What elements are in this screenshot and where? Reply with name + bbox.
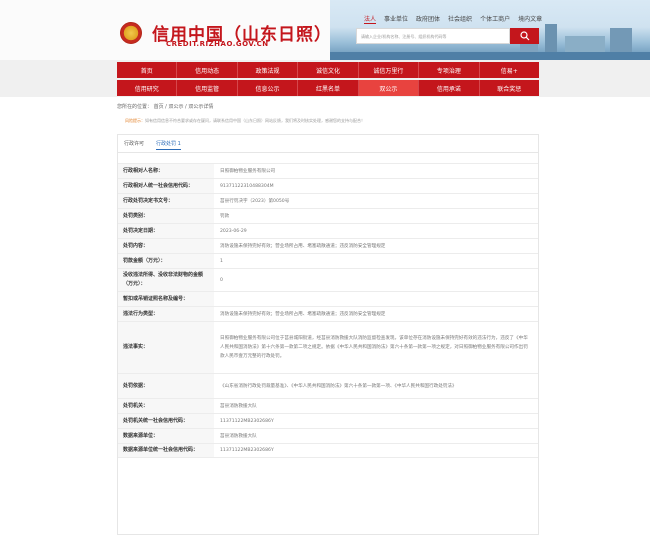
nav-item-home[interactable]: 首页 (117, 62, 178, 78)
nav-item-double-publicity[interactable]: 双公示 (358, 80, 420, 96)
link-public-institution[interactable]: 事业单位 (384, 14, 408, 24)
field-label: 没收违法所得、没收非法财物的金额（万元）： (118, 269, 214, 291)
field-value: 莒县行罚决字（2023）第0050号 (220, 198, 290, 204)
tab-administrative-license[interactable]: 行政许可 (124, 140, 144, 147)
field-value: 日照御柏物业服务有限公司 (220, 168, 276, 174)
table-row: 违法事实： 日照御柏物业服务有限公司位于莒县城阳街道，经莒县消防救援大队消防监督… (118, 321, 538, 373)
nav-row-1: 首页 信用动态 政策法规 诚信文化 诚信万里行 专项治理 信易+ (117, 62, 539, 78)
field-label: 处罚依据： (118, 374, 214, 398)
field-label: 数据来源单位： (118, 429, 214, 443)
nav-item-special-governance[interactable]: 专项治理 (419, 62, 480, 78)
field-value: 《山东省消防行政处罚裁量基准》、《中华人民共和国消防法》第六十条第一款第一项、《… (220, 383, 457, 389)
table-row: 行政相对人统一社会信用代码： 91371122310488304M (118, 178, 538, 193)
nav-item-info-publicity[interactable]: 信息公示 (238, 80, 299, 96)
main-navigation: 首页 信用动态 政策法规 诚信文化 诚信万里行 专项治理 信易+ 信用研究 信用… (0, 60, 650, 97)
nav-item-credit-research[interactable]: 信用研究 (117, 80, 178, 96)
table-row: 处罚依据： 《山东省消防行政处罚裁量基准》、《中华人民共和国消防法》第六十条第一… (118, 373, 538, 398)
field-label: 暂扣或吊销证照名称及编号： (118, 292, 214, 306)
table-row: 没收违法所得、没收非法财物的金额（万元）： 0 (118, 268, 538, 291)
table-row: 处罚类别： 罚款 (118, 208, 538, 223)
nav-item-joint-reward-punishment[interactable]: 联合奖惩 (480, 80, 539, 96)
field-label: 处罚决定日期： (118, 224, 214, 238)
table-row: 数据来源单位： 莒县消防救援大队 (118, 428, 538, 443)
field-value: 消防设施未保持完好有效；营业场所占用、堵塞疏散通道；违反消防安全管理规定 (220, 243, 386, 249)
link-social-organization[interactable]: 社会组织 (448, 14, 472, 24)
detail-panel: 行政许可 行政处罚 1 行政相对人名称： 日照御柏物业服务有限公司 行政相对人统… (117, 134, 539, 535)
field-value: 日照御柏物业服务有限公司位于莒县城阳街道，经莒县消防救援大队消防监督检查发现，该… (220, 336, 528, 359)
field-label: 罚款金额（万元）： (118, 254, 214, 268)
table-row: 处罚决定日期： 2023-06-29 (118, 223, 538, 238)
field-label: 行政相对人统一社会信用代码： (118, 179, 214, 193)
field-label: 行政相对人名称： (118, 164, 214, 178)
field-value: 91371122310488304M (220, 183, 274, 189)
field-label: 处罚内容： (118, 239, 214, 253)
table-row: 处罚内容： 消防设施未保持完好有效；营业场所占用、堵塞疏散通道；违反消防安全管理… (118, 238, 538, 253)
field-label: 违法行为类型： (118, 307, 214, 321)
table-row: 暂扣或吊销证照名称及编号： (118, 291, 538, 306)
search-input[interactable]: 请输入企业/机构名称、注册号、组织机构代码等 (356, 28, 510, 44)
breadcrumb: 您所在的位置： 首页 / 双公示 / 双公示详情 (117, 104, 214, 110)
link-domestic-article[interactable]: 境内文章 (518, 14, 542, 24)
field-label: 处罚类别： (118, 209, 214, 223)
link-individual-business[interactable]: 个体工商户 (480, 14, 510, 24)
field-value: 11371122MB2302686Y (220, 418, 274, 424)
field-label: 处罚机关： (118, 399, 214, 413)
detail-tabs: 行政许可 行政处罚 1 (118, 135, 538, 153)
table-row: 数据来源单位统一社会信用代码： 11371122MB2302686Y (118, 443, 538, 458)
table-row: 处罚机关统一社会信用代码： 11371122MB2302686Y (118, 413, 538, 428)
nav-item-integrity-tour[interactable]: 诚信万里行 (359, 62, 420, 78)
field-value: 2023-06-29 (220, 228, 247, 234)
table-row: 行政相对人名称： 日照御柏物业服务有限公司 (118, 163, 538, 178)
field-label: 数据来源单位统一社会信用代码： (118, 444, 214, 457)
nav-row-2: 信用研究 信用监管 信息公示 红黑名单 双公示 信用承诺 联合奖惩 (117, 80, 539, 96)
nav-item-red-black-list[interactable]: 红黑名单 (298, 80, 359, 96)
notice-label: 风险提示： (125, 118, 145, 123)
table-row: 行政处罚决定书文号： 莒县行罚决字（2023）第0050号 (118, 193, 538, 208)
notice-text: 如有信用信息不符合要求或存在疑问，请联系信用中国（山东日照）网站反馈，我们将及时… (145, 118, 365, 123)
field-value: 0 (220, 277, 223, 283)
search-button[interactable] (510, 28, 539, 44)
field-value: 莒县消防救援大队 (220, 403, 257, 409)
nav-item-integrity-culture[interactable]: 诚信文化 (298, 62, 359, 78)
search-icon (519, 31, 529, 41)
field-value: 罚款 (220, 213, 230, 219)
field-value: 11371122MB2302686Y (220, 448, 274, 453)
field-label: 违法事实： (118, 322, 214, 373)
nav-item-credit-plus[interactable]: 信易+ (480, 62, 539, 78)
link-legal-person[interactable]: 法人 (364, 14, 377, 24)
nav-item-policies[interactable]: 政策法规 (238, 62, 299, 78)
site-url: CREDIT.RIZHAO.GOV.CN (166, 40, 269, 48)
subject-type-links: 法人 事业单位 政府团体 社会组织 个体工商户 境内文章 (364, 14, 542, 24)
table-row: 处罚机关： 莒县消防救援大队 (118, 398, 538, 413)
field-value (214, 292, 538, 306)
penalty-detail-table: 行政相对人名称： 日照御柏物业服务有限公司 行政相对人统一社会信用代码： 913… (118, 163, 538, 458)
nav-item-credit-commitment[interactable]: 信用承诺 (419, 80, 480, 96)
field-value: 消防设施未保持完好有效；营业场所占用、堵塞疏散通道；违反消防安全管理规定 (220, 311, 386, 317)
tab-administrative-penalty[interactable]: 行政处罚 1 (156, 140, 181, 150)
field-value: 莒县消防救援大队 (220, 433, 257, 439)
field-value: 1 (220, 258, 223, 264)
nav-item-credit-supervision[interactable]: 信用监管 (177, 80, 238, 96)
national-emblem-icon (120, 22, 142, 44)
site-header: 信用中国（山东日照） CREDIT.RIZHAO.GOV.CN 法人 事业单位 … (0, 0, 650, 60)
field-label: 处罚机关统一社会信用代码： (118, 414, 214, 428)
risk-notice: 风险提示：如有信用信息不符合要求或存在疑问，请联系信用中国（山东日照）网站反馈，… (117, 118, 539, 132)
table-row: 违法行为类型： 消防设施未保持完好有效；营业场所占用、堵塞疏散通道；违反消防安全… (118, 306, 538, 321)
field-label: 行政处罚决定书文号： (118, 194, 214, 208)
nav-item-credit-news[interactable]: 信用动态 (177, 62, 238, 78)
link-government-group[interactable]: 政府团体 (416, 14, 440, 24)
table-row: 罚款金额（万元）： 1 (118, 253, 538, 268)
